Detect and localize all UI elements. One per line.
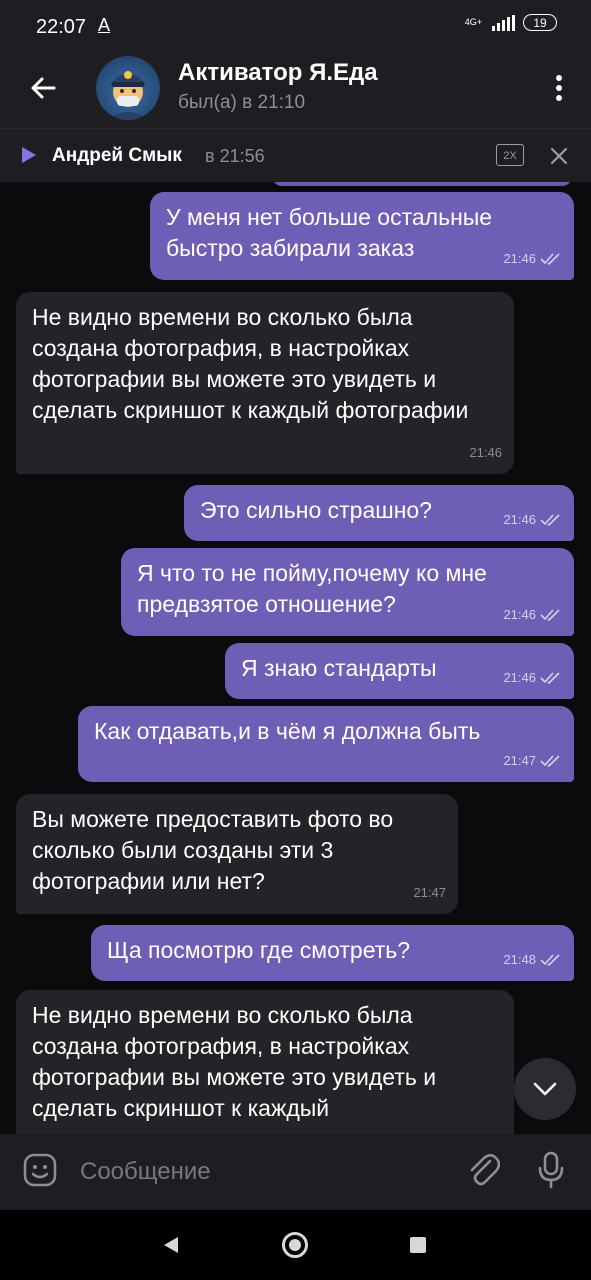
message-meta: 21:46 [503, 662, 562, 693]
message-composer [0, 1134, 591, 1210]
chat-header: Активатор Я.Еда был(а) в 21:10 [0, 50, 591, 128]
message-bubble-outgoing[interactable]: Ща посмотрю где смотреть? 21:48 [91, 925, 574, 981]
status-time: 22:07 [36, 16, 87, 38]
previous-message-edge [272, 182, 572, 186]
message-meta: 21:46 [503, 243, 562, 274]
message-text: У меня нет больше остальные быстро забир… [166, 204, 493, 261]
police-officer-icon [108, 71, 148, 120]
close-icon[interactable] [548, 145, 570, 167]
message-time: 21:46 [503, 512, 536, 527]
message-text: Как отдавать,и в чём я должна быть [94, 718, 481, 744]
message-bubble-outgoing[interactable]: Как отдавать,и в чём я должна быть 21:47 [78, 706, 574, 782]
message-bubble-incoming[interactable]: Вы можете предоставить фото во сколько б… [16, 794, 458, 914]
arrow-left-icon[interactable] [24, 68, 64, 108]
battery-icon: 19 [523, 14, 557, 31]
chat-title[interactable]: Активатор Я.Еда [178, 59, 378, 87]
notification-icon: A [98, 15, 111, 35]
message-meta: 21:46 [503, 599, 562, 630]
message-time: 21:46 [469, 445, 502, 460]
message-time: 21:46 [503, 670, 536, 685]
message-time: 21:46 [503, 251, 536, 266]
avatar[interactable] [96, 56, 160, 120]
scroll-down-button[interactable] [514, 1058, 576, 1120]
message-input[interactable] [78, 1152, 452, 1192]
nav-back-icon[interactable] [161, 1235, 181, 1255]
nav-recents-icon[interactable] [410, 1237, 426, 1253]
status-indicators: 4G+ 19 [465, 14, 557, 31]
network-type: 4G+ [464, 17, 482, 27]
message-text: Ща посмотрю где смотреть? [107, 937, 411, 963]
message-meta: 21:46 [469, 437, 502, 468]
message-text: Не видно времени во сколько была создана… [32, 304, 469, 423]
play-icon[interactable] [20, 145, 38, 165]
message-time: 21:47 [413, 885, 446, 900]
message-list[interactable]: У меня нет больше остальные быстро забир… [0, 182, 591, 1134]
audio-time: в 21:56 [205, 146, 265, 166]
message-bubble-outgoing[interactable]: У меня нет больше остальные быстро забир… [150, 192, 574, 280]
message-time: 21:46 [503, 607, 536, 622]
message-text: Вы можете предоставить фото во сколько б… [32, 806, 394, 894]
message-time: 21:48 [503, 952, 536, 967]
double-check-icon [540, 608, 560, 621]
emoji-icon[interactable] [22, 1152, 58, 1188]
message-bubble-outgoing[interactable]: Я знаю стандарты 21:46 [225, 643, 574, 699]
message-meta: 21:47 [413, 877, 446, 908]
system-navigation-bar [0, 1210, 591, 1280]
message-bubble-incoming[interactable]: Не видно времени во сколько была создана… [16, 292, 514, 474]
double-check-icon [540, 754, 560, 767]
double-check-icon [540, 252, 560, 265]
message-bubble-incoming[interactable]: Не видно времени во сколько была создана… [16, 990, 514, 1134]
message-meta: 21:46 [503, 504, 562, 535]
double-check-icon [540, 953, 560, 966]
message-text: Я что то не пойму,почему ко мне предвзят… [137, 560, 487, 617]
more-vertical-icon[interactable] [551, 70, 567, 106]
last-seen-status: был(а) в 21:10 [178, 92, 306, 113]
double-check-icon [540, 671, 560, 684]
nav-home-icon[interactable] [282, 1232, 308, 1258]
playback-speed-button[interactable]: 2X [496, 144, 524, 166]
status-bar: 22:07 A 4G+ 19 [0, 0, 591, 50]
message-meta: 21:48 [503, 944, 562, 975]
audio-sender-name[interactable]: Андрей Смык [52, 145, 182, 167]
message-text: Не видно времени во сколько была создана… [32, 1002, 437, 1121]
message-bubble-outgoing[interactable]: Я что то не пойму,почему ко мне предвзят… [121, 548, 574, 636]
message-meta: 21:47 [503, 745, 562, 776]
signal-icon [492, 14, 515, 31]
microphone-icon[interactable] [536, 1150, 566, 1190]
audio-player-bar[interactable]: Андрей Смык в 21:56 2X [0, 128, 591, 182]
message-time: 21:47 [503, 753, 536, 768]
chevron-down-icon [533, 1082, 557, 1096]
double-check-icon [540, 513, 560, 526]
paperclip-icon[interactable] [466, 1152, 500, 1188]
message-bubble-outgoing[interactable]: Это сильно страшно? 21:46 [184, 485, 574, 541]
